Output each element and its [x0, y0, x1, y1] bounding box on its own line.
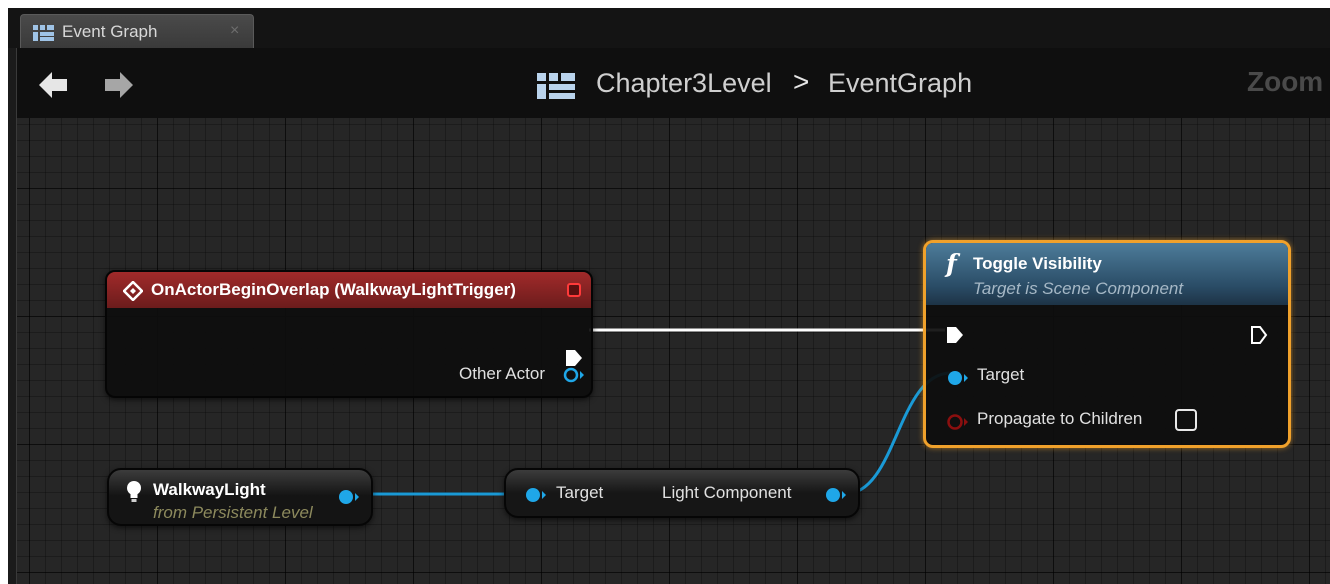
getter-target-pin[interactable]	[524, 486, 548, 509]
light-component-label: Light Component	[662, 483, 792, 502]
walkway-node-title: WalkwayLight	[153, 480, 266, 499]
tab-label: Event Graph	[62, 22, 158, 41]
exec-out-pin[interactable]	[1250, 325, 1268, 350]
blueprint-graph-icon	[33, 25, 55, 46]
event-diamond-icon	[122, 280, 144, 306]
function-icon: f	[946, 249, 957, 278]
tab-event-graph[interactable]: Event Graph ×	[20, 14, 254, 48]
propagate-pin-label: Propagate to Children	[977, 409, 1143, 428]
walkway-node-subtitle: from Persistent Level	[153, 503, 313, 522]
getter-target-label: Target	[556, 483, 604, 502]
propagate-bool-pin[interactable]	[946, 413, 970, 436]
function-node-subtitle: Target is Scene Component	[973, 279, 1184, 298]
event-node-title: OnActorBeginOverlap (WalkwayLightTrigger…	[151, 280, 516, 299]
walkway-output-pin[interactable]	[337, 488, 361, 511]
other-actor-pin-label: Other Actor	[459, 364, 545, 383]
getter-node-light-component[interactable]: Target Light Component	[504, 468, 860, 518]
function-node-header: f Toggle Visibility Target is Scene Comp…	[926, 243, 1288, 305]
event-node-on-actor-begin-overlap[interactable]: OnActorBeginOverlap (WalkwayLightTrigger…	[105, 270, 593, 398]
actor-reference-node-walkway-light[interactable]: WalkwayLight from Persistent Level	[107, 468, 373, 526]
close-icon[interactable]: ×	[230, 22, 239, 40]
function-node-title: Toggle Visibility	[973, 254, 1102, 273]
tab-strip: Event Graph ×	[8, 8, 1330, 48]
event-node-header: OnActorBeginOverlap (WalkwayLightTrigger…	[107, 272, 591, 308]
function-node-toggle-visibility[interactable]: f Toggle Visibility Target is Scene Comp…	[923, 240, 1291, 448]
lightbulb-icon	[125, 480, 143, 509]
blueprint-editor-window: Event Graph × Chapter3Level > EventGraph…	[8, 8, 1330, 584]
delegate-pin-icon[interactable]	[567, 283, 581, 297]
propagate-checkbox[interactable]	[1175, 409, 1197, 431]
other-actor-pin[interactable]	[563, 367, 585, 388]
event-graph-canvas[interactable]: Chapter3Level > EventGraph Zoom OnActorB…	[16, 48, 1330, 584]
exec-in-pin[interactable]	[946, 325, 964, 350]
target-pin-label: Target	[977, 365, 1025, 384]
target-pin[interactable]	[946, 369, 970, 392]
light-component-pin[interactable]	[824, 486, 848, 509]
